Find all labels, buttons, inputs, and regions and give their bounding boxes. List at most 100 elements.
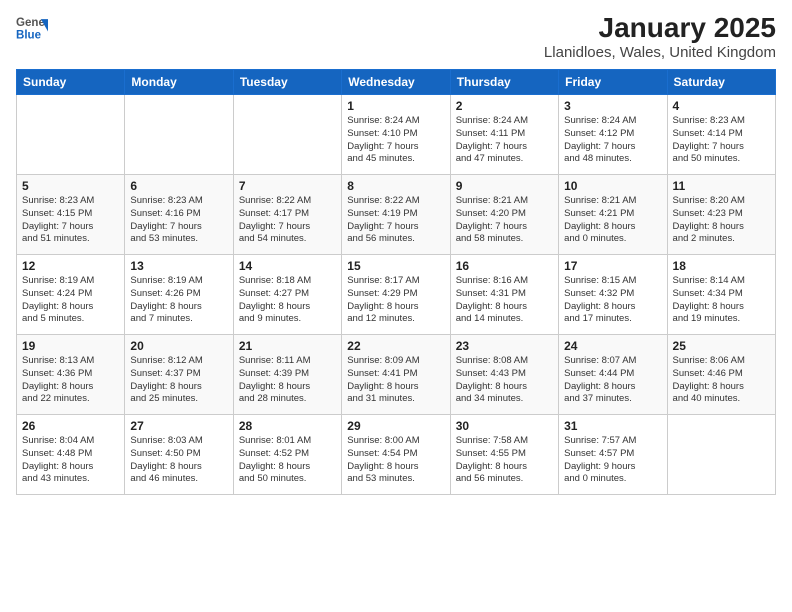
header-monday: Monday <box>125 70 233 95</box>
day-detail: Sunrise: 8:07 AMSunset: 4:44 PMDaylight:… <box>564 355 661 406</box>
calendar-row: 5 Sunrise: 8:23 AMSunset: 4:15 PMDaylight… <box>17 175 776 255</box>
day-detail: Sunrise: 8:19 AMSunset: 4:24 PMDaylight:… <box>22 275 119 326</box>
day-detail: Sunrise: 8:24 AMSunset: 4:11 PMDaylight:… <box>456 115 553 166</box>
day-number: 15 <box>347 259 444 273</box>
calendar-subtitle: Llanidloes, Wales, United Kingdom <box>544 44 776 61</box>
day-detail: Sunrise: 7:57 AMSunset: 4:57 PMDaylight:… <box>564 435 661 486</box>
day-number: 20 <box>130 339 227 353</box>
header-tuesday: Tuesday <box>233 70 341 95</box>
calendar-table: Sunday Monday Tuesday Wednesday Thursday… <box>16 69 776 495</box>
table-row <box>125 95 233 175</box>
day-number: 29 <box>347 419 444 433</box>
day-number: 4 <box>673 99 770 113</box>
table-row <box>233 95 341 175</box>
day-detail: Sunrise: 8:11 AMSunset: 4:39 PMDaylight:… <box>239 355 336 406</box>
day-detail: Sunrise: 8:15 AMSunset: 4:32 PMDaylight:… <box>564 275 661 326</box>
table-row: 7 Sunrise: 8:22 AMSunset: 4:17 PMDaylight… <box>233 175 341 255</box>
table-row: 17 Sunrise: 8:15 AMSunset: 4:32 PMDayligh… <box>559 255 667 335</box>
header: General Blue January 2025 Llanidloes, Wa… <box>16 12 776 61</box>
table-row: 12Sunrise: 8:19 AMSunset: 4:24 PMDayligh… <box>17 255 125 335</box>
table-row: 4 Sunrise: 8:23 AMSunset: 4:14 PMDaylight… <box>667 95 775 175</box>
day-detail: Sunrise: 7:58 AMSunset: 4:55 PMDaylight:… <box>456 435 553 486</box>
day-number: 18 <box>673 259 770 273</box>
day-detail: Sunrise: 8:12 AMSunset: 4:37 PMDaylight:… <box>130 355 227 406</box>
day-detail: Sunrise: 8:20 AMSunset: 4:23 PMDaylight:… <box>673 195 770 246</box>
table-row: 1 Sunrise: 8:24 AMSunset: 4:10 PMDaylight… <box>342 95 450 175</box>
table-row: 31 Sunrise: 7:57 AMSunset: 4:57 PMDayligh… <box>559 415 667 495</box>
day-number: 10 <box>564 179 661 193</box>
logo-icon: General Blue <box>16 12 48 44</box>
day-number: 19 <box>22 339 119 353</box>
table-row: 30Sunrise: 7:58 AMSunset: 4:55 PMDayligh… <box>450 415 558 495</box>
weekday-header-row: Sunday Monday Tuesday Wednesday Thursday… <box>17 70 776 95</box>
table-row: 2 Sunrise: 8:24 AMSunset: 4:11 PMDaylight… <box>450 95 558 175</box>
table-row: 11 Sunrise: 8:20 AMSunset: 4:23 PMDayligh… <box>667 175 775 255</box>
day-detail: Sunrise: 8:22 AMSunset: 4:19 PMDaylight:… <box>347 195 444 246</box>
day-number: 25 <box>673 339 770 353</box>
day-detail: Sunrise: 8:00 AMSunset: 4:54 PMDaylight:… <box>347 435 444 486</box>
day-number: 17 <box>564 259 661 273</box>
day-number: 24 <box>564 339 661 353</box>
logo: General Blue <box>16 12 48 44</box>
day-number: 28 <box>239 419 336 433</box>
day-number: 3 <box>564 99 661 113</box>
day-number: 8 <box>347 179 444 193</box>
table-row: 29 Sunrise: 8:00 AMSunset: 4:54 PMDayligh… <box>342 415 450 495</box>
day-detail: Sunrise: 8:19 AMSunset: 4:26 PMDaylight:… <box>130 275 227 326</box>
day-number: 22 <box>347 339 444 353</box>
header-thursday: Thursday <box>450 70 558 95</box>
day-number: 6 <box>130 179 227 193</box>
table-row: 28 Sunrise: 8:01 AMSunset: 4:52 PMDayligh… <box>233 415 341 495</box>
header-wednesday: Wednesday <box>342 70 450 95</box>
day-detail: Sunrise: 8:17 AMSunset: 4:29 PMDaylight:… <box>347 275 444 326</box>
day-detail: Sunrise: 8:09 AMSunset: 4:41 PMDaylight:… <box>347 355 444 406</box>
day-detail: Sunrise: 8:23 AMSunset: 4:15 PMDaylight:… <box>22 195 119 246</box>
table-row: 10 Sunrise: 8:21 AMSunset: 4:21 PMDayligh… <box>559 175 667 255</box>
header-friday: Friday <box>559 70 667 95</box>
table-row <box>667 415 775 495</box>
day-detail: Sunrise: 8:01 AMSunset: 4:52 PMDaylight:… <box>239 435 336 486</box>
day-detail: Sunrise: 8:06 AMSunset: 4:46 PMDaylight:… <box>673 355 770 406</box>
day-detail: Sunrise: 8:21 AMSunset: 4:21 PMDaylight:… <box>564 195 661 246</box>
table-row: 25 Sunrise: 8:06 AMSunset: 4:46 PMDayligh… <box>667 335 775 415</box>
calendar-row: 12Sunrise: 8:19 AMSunset: 4:24 PMDayligh… <box>17 255 776 335</box>
day-detail: Sunrise: 8:03 AMSunset: 4:50 PMDaylight:… <box>130 435 227 486</box>
day-detail: Sunrise: 8:16 AMSunset: 4:31 PMDaylight:… <box>456 275 553 326</box>
table-row: 8 Sunrise: 8:22 AMSunset: 4:19 PMDaylight… <box>342 175 450 255</box>
day-detail: Sunrise: 8:24 AMSunset: 4:10 PMDaylight:… <box>347 115 444 166</box>
table-row: 21 Sunrise: 8:11 AMSunset: 4:39 PMDayligh… <box>233 335 341 415</box>
table-row: 13Sunrise: 8:19 AMSunset: 4:26 PMDayligh… <box>125 255 233 335</box>
day-number: 7 <box>239 179 336 193</box>
svg-text:Blue: Blue <box>16 30 42 42</box>
table-row: 27 Sunrise: 8:03 AMSunset: 4:50 PMDayligh… <box>125 415 233 495</box>
day-detail: Sunrise: 8:23 AMSunset: 4:14 PMDaylight:… <box>673 115 770 166</box>
table-row: 26Sunrise: 8:04 AMSunset: 4:48 PMDayligh… <box>17 415 125 495</box>
day-number: 27 <box>130 419 227 433</box>
day-number: 21 <box>239 339 336 353</box>
day-number: 9 <box>456 179 553 193</box>
page: General Blue January 2025 Llanidloes, Wa… <box>0 0 792 612</box>
day-number: 16 <box>456 259 553 273</box>
day-detail: Sunrise: 8:13 AMSunset: 4:36 PMDaylight:… <box>22 355 119 406</box>
day-detail: Sunrise: 8:22 AMSunset: 4:17 PMDaylight:… <box>239 195 336 246</box>
day-number: 11 <box>673 179 770 193</box>
table-row: 6 Sunrise: 8:23 AMSunset: 4:16 PMDaylight… <box>125 175 233 255</box>
day-detail: Sunrise: 8:23 AMSunset: 4:16 PMDaylight:… <box>130 195 227 246</box>
day-number: 31 <box>564 419 661 433</box>
table-row: 22 Sunrise: 8:09 AMSunset: 4:41 PMDayligh… <box>342 335 450 415</box>
table-row: 24 Sunrise: 8:07 AMSunset: 4:44 PMDayligh… <box>559 335 667 415</box>
day-number: 1 <box>347 99 444 113</box>
calendar-row: 1 Sunrise: 8:24 AMSunset: 4:10 PMDaylight… <box>17 95 776 175</box>
calendar-row: 26Sunrise: 8:04 AMSunset: 4:48 PMDayligh… <box>17 415 776 495</box>
table-row: 18Sunrise: 8:14 AMSunset: 4:34 PMDayligh… <box>667 255 775 335</box>
table-row: 5 Sunrise: 8:23 AMSunset: 4:15 PMDaylight… <box>17 175 125 255</box>
day-number: 23 <box>456 339 553 353</box>
table-row: 3 Sunrise: 8:24 AMSunset: 4:12 PMDaylight… <box>559 95 667 175</box>
calendar-row: 19 Sunrise: 8:13 AMSunset: 4:36 PMDayligh… <box>17 335 776 415</box>
day-number: 5 <box>22 179 119 193</box>
day-detail: Sunrise: 8:21 AMSunset: 4:20 PMDaylight:… <box>456 195 553 246</box>
header-saturday: Saturday <box>667 70 775 95</box>
table-row: 16 Sunrise: 8:16 AMSunset: 4:31 PMDayligh… <box>450 255 558 335</box>
day-number: 2 <box>456 99 553 113</box>
day-detail: Sunrise: 8:24 AMSunset: 4:12 PMDaylight:… <box>564 115 661 166</box>
